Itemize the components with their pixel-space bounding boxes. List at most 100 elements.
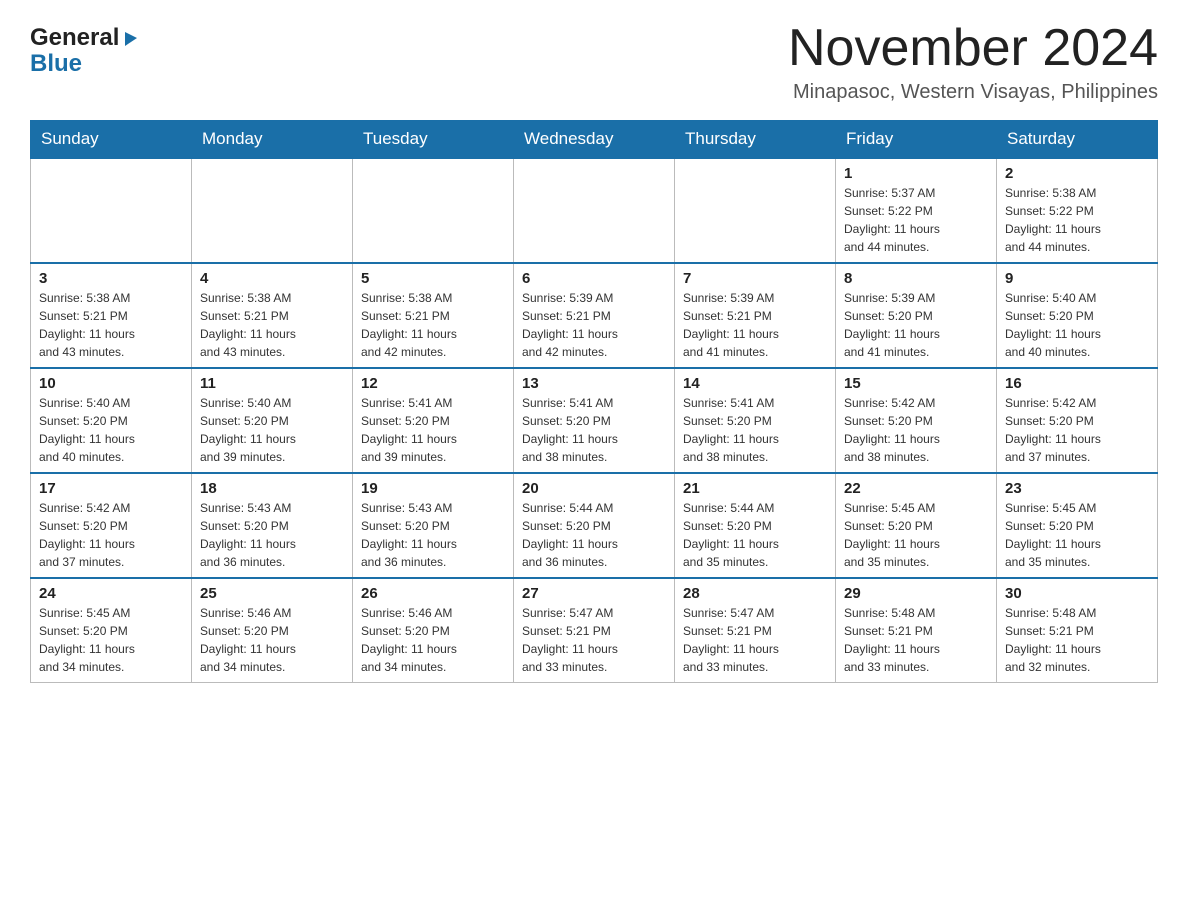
calendar-cell: 20 Sunrise: 5:44 AMSunset: 5:20 PMDayligh… bbox=[514, 473, 675, 578]
day-number: 16 bbox=[1005, 375, 1149, 392]
day-number: 17 bbox=[39, 480, 183, 497]
day-info: Sunrise: 5:39 AMSunset: 5:21 PMDaylight:… bbox=[683, 289, 827, 361]
day-number: 7 bbox=[683, 270, 827, 287]
day-info: Sunrise: 5:47 AMSunset: 5:21 PMDaylight:… bbox=[683, 604, 827, 676]
day-number: 11 bbox=[200, 375, 344, 392]
calendar-week-5: 24 Sunrise: 5:45 AMSunset: 5:20 PMDayligh… bbox=[31, 578, 1158, 683]
calendar-cell: 3 Sunrise: 5:38 AMSunset: 5:21 PMDaylight… bbox=[31, 263, 192, 368]
calendar-cell: 14 Sunrise: 5:41 AMSunset: 5:20 PMDayligh… bbox=[675, 368, 836, 473]
day-info: Sunrise: 5:45 AMSunset: 5:20 PMDaylight:… bbox=[39, 604, 183, 676]
day-number: 24 bbox=[39, 585, 183, 602]
day-info: Sunrise: 5:41 AMSunset: 5:20 PMDaylight:… bbox=[361, 394, 505, 466]
calendar-header-sunday: Sunday bbox=[31, 121, 192, 159]
calendar-header-row: SundayMondayTuesdayWednesdayThursdayFrid… bbox=[31, 121, 1158, 159]
day-info: Sunrise: 5:41 AMSunset: 5:20 PMDaylight:… bbox=[683, 394, 827, 466]
calendar-cell: 4 Sunrise: 5:38 AMSunset: 5:21 PMDaylight… bbox=[192, 263, 353, 368]
day-number: 5 bbox=[361, 270, 505, 287]
day-number: 22 bbox=[844, 480, 988, 497]
day-info: Sunrise: 5:38 AMSunset: 5:21 PMDaylight:… bbox=[200, 289, 344, 361]
day-info: Sunrise: 5:41 AMSunset: 5:20 PMDaylight:… bbox=[522, 394, 666, 466]
calendar-header-friday: Friday bbox=[836, 121, 997, 159]
calendar-cell: 1 Sunrise: 5:37 AMSunset: 5:22 PMDaylight… bbox=[836, 158, 997, 263]
month-title: November 2024 bbox=[788, 20, 1158, 77]
day-info: Sunrise: 5:38 AMSunset: 5:22 PMDaylight:… bbox=[1005, 184, 1149, 256]
day-number: 1 bbox=[844, 165, 988, 182]
calendar-cell: 13 Sunrise: 5:41 AMSunset: 5:20 PMDayligh… bbox=[514, 368, 675, 473]
day-info: Sunrise: 5:38 AMSunset: 5:21 PMDaylight:… bbox=[361, 289, 505, 361]
day-info: Sunrise: 5:42 AMSunset: 5:20 PMDaylight:… bbox=[844, 394, 988, 466]
calendar-cell: 18Sunrise: 5:43 AMSunset: 5:20 PMDayligh… bbox=[192, 473, 353, 578]
day-info: Sunrise: 5:40 AMSunset: 5:20 PMDaylight:… bbox=[39, 394, 183, 466]
day-number: 12 bbox=[361, 375, 505, 392]
day-number: 30 bbox=[1005, 585, 1149, 602]
calendar-cell: 21 Sunrise: 5:44 AMSunset: 5:20 PMDayligh… bbox=[675, 473, 836, 578]
calendar-header-monday: Monday bbox=[192, 121, 353, 159]
day-number: 28 bbox=[683, 585, 827, 602]
day-number: 14 bbox=[683, 375, 827, 392]
calendar-cell: 24 Sunrise: 5:45 AMSunset: 5:20 PMDayligh… bbox=[31, 578, 192, 683]
calendar-week-2: 3 Sunrise: 5:38 AMSunset: 5:21 PMDaylight… bbox=[31, 263, 1158, 368]
day-number: 3 bbox=[39, 270, 183, 287]
day-number: 19 bbox=[361, 480, 505, 497]
page-header: General Blue November 2024 Minapasoc, We… bbox=[30, 20, 1158, 104]
day-info: Sunrise: 5:44 AMSunset: 5:20 PMDaylight:… bbox=[683, 499, 827, 571]
day-info: Sunrise: 5:45 AMSunset: 5:20 PMDaylight:… bbox=[844, 499, 988, 571]
calendar-cell bbox=[514, 158, 675, 263]
day-number: 25 bbox=[200, 585, 344, 602]
day-number: 9 bbox=[1005, 270, 1149, 287]
day-info: Sunrise: 5:47 AMSunset: 5:21 PMDaylight:… bbox=[522, 604, 666, 676]
day-number: 20 bbox=[522, 480, 666, 497]
day-number: 21 bbox=[683, 480, 827, 497]
day-number: 2 bbox=[1005, 165, 1149, 182]
logo-general: General bbox=[30, 24, 119, 52]
day-number: 10 bbox=[39, 375, 183, 392]
day-info: Sunrise: 5:48 AMSunset: 5:21 PMDaylight:… bbox=[844, 604, 988, 676]
day-number: 8 bbox=[844, 270, 988, 287]
day-number: 6 bbox=[522, 270, 666, 287]
day-number: 29 bbox=[844, 585, 988, 602]
day-info: Sunrise: 5:37 AMSunset: 5:22 PMDaylight:… bbox=[844, 184, 988, 256]
day-number: 13 bbox=[522, 375, 666, 392]
calendar-cell: 27Sunrise: 5:47 AMSunset: 5:21 PMDayligh… bbox=[514, 578, 675, 683]
calendar-cell: 25Sunrise: 5:46 AMSunset: 5:20 PMDayligh… bbox=[192, 578, 353, 683]
day-info: Sunrise: 5:44 AMSunset: 5:20 PMDaylight:… bbox=[522, 499, 666, 571]
day-number: 15 bbox=[844, 375, 988, 392]
calendar-cell: 10 Sunrise: 5:40 AMSunset: 5:20 PMDayligh… bbox=[31, 368, 192, 473]
day-info: Sunrise: 5:38 AMSunset: 5:21 PMDaylight:… bbox=[39, 289, 183, 361]
calendar-cell: 16 Sunrise: 5:42 AMSunset: 5:20 PMDayligh… bbox=[997, 368, 1158, 473]
day-info: Sunrise: 5:45 AMSunset: 5:20 PMDaylight:… bbox=[1005, 499, 1149, 571]
day-info: Sunrise: 5:46 AMSunset: 5:20 PMDaylight:… bbox=[361, 604, 505, 676]
calendar-cell bbox=[675, 158, 836, 263]
calendar-cell bbox=[31, 158, 192, 263]
day-info: Sunrise: 5:42 AMSunset: 5:20 PMDaylight:… bbox=[39, 499, 183, 571]
calendar-cell: 28 Sunrise: 5:47 AMSunset: 5:21 PMDayligh… bbox=[675, 578, 836, 683]
calendar-cell bbox=[353, 158, 514, 263]
calendar: SundayMondayTuesdayWednesdayThursdayFrid… bbox=[30, 120, 1158, 683]
calendar-cell: 17 Sunrise: 5:42 AMSunset: 5:20 PMDayligh… bbox=[31, 473, 192, 578]
day-number: 4 bbox=[200, 270, 344, 287]
location: Minapasoc, Western Visayas, Philippines bbox=[788, 81, 1158, 104]
calendar-cell: 29 Sunrise: 5:48 AMSunset: 5:21 PMDayligh… bbox=[836, 578, 997, 683]
calendar-week-4: 17 Sunrise: 5:42 AMSunset: 5:20 PMDayligh… bbox=[31, 473, 1158, 578]
calendar-header-wednesday: Wednesday bbox=[514, 121, 675, 159]
calendar-week-3: 10 Sunrise: 5:40 AMSunset: 5:20 PMDayligh… bbox=[31, 368, 1158, 473]
calendar-cell: 7 Sunrise: 5:39 AMSunset: 5:21 PMDaylight… bbox=[675, 263, 836, 368]
day-info: Sunrise: 5:40 AMSunset: 5:20 PMDaylight:… bbox=[1005, 289, 1149, 361]
day-info: Sunrise: 5:39 AMSunset: 5:21 PMDaylight:… bbox=[522, 289, 666, 361]
calendar-cell: 9 Sunrise: 5:40 AMSunset: 5:20 PMDaylight… bbox=[997, 263, 1158, 368]
calendar-cell: 30Sunrise: 5:48 AMSunset: 5:21 PMDayligh… bbox=[997, 578, 1158, 683]
day-number: 23 bbox=[1005, 480, 1149, 497]
calendar-cell: 19Sunrise: 5:43 AMSunset: 5:20 PMDayligh… bbox=[353, 473, 514, 578]
day-info: Sunrise: 5:39 AMSunset: 5:20 PMDaylight:… bbox=[844, 289, 988, 361]
logo-blue: Blue bbox=[30, 50, 82, 78]
calendar-cell: 8 Sunrise: 5:39 AMSunset: 5:20 PMDaylight… bbox=[836, 263, 997, 368]
calendar-cell: 23 Sunrise: 5:45 AMSunset: 5:20 PMDayligh… bbox=[997, 473, 1158, 578]
day-info: Sunrise: 5:42 AMSunset: 5:20 PMDaylight:… bbox=[1005, 394, 1149, 466]
title-block: November 2024 Minapasoc, Western Visayas… bbox=[788, 20, 1158, 104]
calendar-cell: 6 Sunrise: 5:39 AMSunset: 5:21 PMDaylight… bbox=[514, 263, 675, 368]
calendar-cell: 2 Sunrise: 5:38 AMSunset: 5:22 PMDaylight… bbox=[997, 158, 1158, 263]
logo-triangle-icon bbox=[121, 28, 141, 48]
calendar-week-1: 1 Sunrise: 5:37 AMSunset: 5:22 PMDaylight… bbox=[31, 158, 1158, 263]
calendar-header-saturday: Saturday bbox=[997, 121, 1158, 159]
day-info: Sunrise: 5:43 AMSunset: 5:20 PMDaylight:… bbox=[200, 499, 344, 571]
